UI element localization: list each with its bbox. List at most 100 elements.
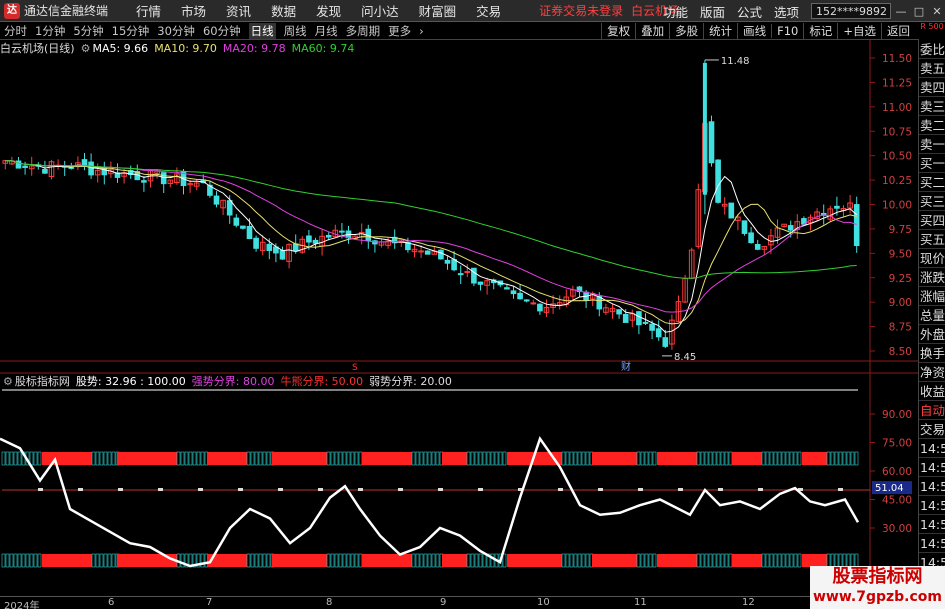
date-label: 11 xyxy=(634,597,647,608)
period-intraday[interactable]: 分时 xyxy=(4,23,27,39)
band-cell xyxy=(577,553,582,568)
band-cell xyxy=(95,451,100,466)
band-cell xyxy=(180,451,185,466)
close-icon[interactable]: ✕ xyxy=(929,5,945,18)
quote-panel-item[interactable]: 交易 xyxy=(919,420,945,439)
quote-panel-item[interactable]: 买四 xyxy=(919,211,945,230)
band-cell xyxy=(830,451,835,466)
menu-item-options[interactable]: 选项 xyxy=(774,2,799,21)
period-weekly[interactable]: 周线 xyxy=(284,23,307,39)
band-cell xyxy=(478,451,483,466)
band-red xyxy=(207,452,247,465)
quote-panel-item[interactable]: 14:56 xyxy=(919,496,945,515)
band-cell xyxy=(411,451,416,466)
band-cell xyxy=(573,451,578,466)
tool-mark[interactable]: 标记 xyxy=(803,23,837,39)
period-daily[interactable]: 日线 xyxy=(248,22,276,39)
quote-panel-item[interactable]: 现价 xyxy=(919,249,945,268)
tool-add-watchlist[interactable]: +自选 xyxy=(837,23,881,39)
band-cell xyxy=(573,553,578,568)
candle-body xyxy=(523,299,530,302)
tool-draw[interactable]: 画线 xyxy=(737,23,771,39)
mid-marker xyxy=(358,488,363,491)
band-cell xyxy=(640,451,645,466)
quote-panel-item[interactable]: 买三 xyxy=(919,192,945,211)
menu-item-market[interactable]: 市场 xyxy=(181,1,206,20)
band-cell xyxy=(724,553,729,568)
account-field[interactable]: 152****9892 xyxy=(811,3,891,19)
quote-panel-item[interactable]: 总量 xyxy=(919,306,945,325)
login-warning[interactable]: 证券交易未登录 xyxy=(539,2,623,19)
quote-panel-item[interactable]: 14:56 xyxy=(919,458,945,477)
band-cell xyxy=(107,451,112,466)
maximize-icon[interactable]: □ xyxy=(911,5,927,18)
menu-item-layout[interactable]: 版面 xyxy=(700,2,725,21)
quote-panel-item[interactable]: 涨幅 xyxy=(919,287,945,306)
period-5min[interactable]: 5分钟 xyxy=(73,23,103,39)
indicator-settings-icon[interactable]: ⚙ xyxy=(3,375,13,388)
menu-item-discover[interactable]: 发现 xyxy=(316,1,341,20)
quote-panel-item[interactable]: 买一 xyxy=(919,154,945,173)
quote-panel-item[interactable]: 卖五 xyxy=(919,59,945,78)
period-more[interactable]: 更多 xyxy=(388,23,411,39)
period-multi[interactable]: 多周期 xyxy=(346,23,381,39)
period-60min[interactable]: 60分钟 xyxy=(203,23,241,39)
quote-panel-item[interactable]: 换手 xyxy=(919,344,945,363)
period-30min[interactable]: 30分钟 xyxy=(157,23,195,39)
quote-panel-item[interactable]: 卖三 xyxy=(919,97,945,116)
band-cell xyxy=(581,451,586,466)
menu-item-trade[interactable]: 交易 xyxy=(476,1,501,20)
tool-back[interactable]: 返回 xyxy=(881,23,915,39)
tool-stats[interactable]: 统计 xyxy=(703,23,737,39)
menu-item-news[interactable]: 资讯 xyxy=(226,1,251,20)
minimize-icon[interactable]: — xyxy=(893,5,909,18)
band-cell xyxy=(17,553,22,568)
menu-item-data[interactable]: 数据 xyxy=(271,1,296,20)
quote-panel-item[interactable]: 14:56 xyxy=(919,477,945,496)
quote-panel-item[interactable]: 卖四 xyxy=(919,78,945,97)
indicator-header: ⚙ 股标指标网 股势: 32.96 : 100.00 强势分界: 80.00 牛… xyxy=(0,373,458,389)
tool-f10[interactable]: F10 xyxy=(771,24,803,38)
band-cell xyxy=(482,451,487,466)
quote-panel-item[interactable]: 净资 xyxy=(919,363,945,382)
candle-body xyxy=(233,217,240,226)
tool-overlay[interactable]: 叠加 xyxy=(635,23,669,39)
band-cell xyxy=(648,451,653,466)
tool-multi-stock[interactable]: 多股 xyxy=(669,23,703,39)
indicator-name: 股标指标网 xyxy=(14,375,70,388)
quote-panel-item[interactable]: 卖二 xyxy=(919,116,945,135)
quote-panel-item[interactable]: 14:56 xyxy=(919,515,945,534)
band-cell xyxy=(350,451,355,466)
quote-panel-item[interactable]: 买五 xyxy=(919,230,945,249)
quote-panel-item[interactable]: 14:56 xyxy=(919,439,945,458)
period-1min[interactable]: 1分钟 xyxy=(35,23,65,39)
mid-marker xyxy=(158,488,163,491)
right-top-label: R 500 xyxy=(919,22,945,40)
candle-body xyxy=(655,328,662,338)
quote-panel-item[interactable]: 收益 xyxy=(919,382,945,401)
quote-panel-item[interactable]: 涨跌 xyxy=(919,268,945,287)
quote-panel-item[interactable]: 委比 xyxy=(919,40,945,59)
tool-adjust[interactable]: 复权 xyxy=(601,23,635,39)
quote-panel-item[interactable]: 自动 xyxy=(919,401,945,420)
period-15min[interactable]: 15分钟 xyxy=(112,23,150,39)
menu-item-function[interactable]: 功能 xyxy=(663,2,688,21)
chevron-right-icon[interactable]: › xyxy=(419,24,424,38)
candle-body xyxy=(457,273,464,276)
quote-panel-item[interactable]: 买二 xyxy=(919,173,945,192)
candle-body xyxy=(636,311,642,326)
band-cell xyxy=(644,553,649,568)
menu-item-quotes[interactable]: 行情 xyxy=(136,1,161,20)
menu-item-ask[interactable]: 问小达 xyxy=(361,1,399,20)
quote-panel-item[interactable]: 卖一 xyxy=(919,135,945,154)
quote-panel-item[interactable]: 外盘 xyxy=(919,325,945,344)
band-cell xyxy=(246,451,251,466)
date-label: 9 xyxy=(440,597,447,608)
menu-item-wealth[interactable]: 财富圈 xyxy=(419,1,457,20)
quote-panel-item[interactable]: 14:56 xyxy=(919,534,945,553)
watermark-url: www.7gpzb.com xyxy=(812,589,942,605)
kline-chart[interactable]: 11.50 11.25 11.00 10.75 10.50 10.25 10.00 9.75 9… xyxy=(0,40,918,596)
period-monthly[interactable]: 月线 xyxy=(315,23,338,39)
menu-item-formula[interactable]: 公式 xyxy=(737,2,762,21)
band-cell xyxy=(565,553,570,568)
